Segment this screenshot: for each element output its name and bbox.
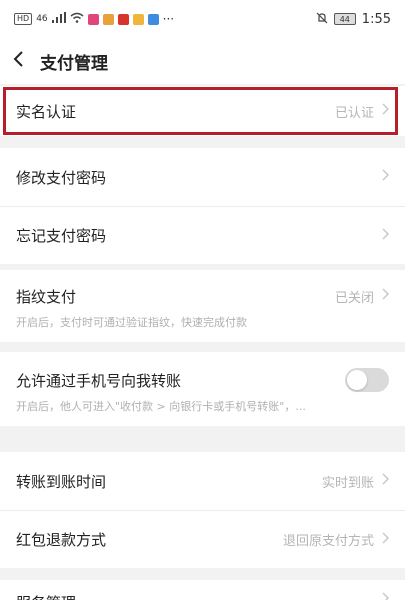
change-password-row[interactable]: 修改支付密码	[0, 148, 405, 206]
app-notification-icon	[132, 13, 144, 25]
refund-method-value-group: 退回原支付方式	[283, 530, 389, 549]
password-section: 修改支付密码 忘记支付密码	[0, 148, 405, 264]
fingerprint-section: 指纹支付 已关闭 开启后，支付时可通过验证指纹，快速完成付款	[0, 270, 405, 342]
mute-icon	[316, 12, 328, 27]
status-right: 44 1:55	[316, 12, 391, 27]
fingerprint-label: 指纹支付	[16, 287, 77, 306]
fingerprint-status: 已关闭	[334, 290, 374, 306]
service-management-row[interactable]: 服务管理	[0, 580, 405, 600]
arrival-time-value-group: 实时到账	[322, 472, 389, 491]
nav-bar: 支付管理	[0, 38, 405, 84]
realname-row[interactable]: 实名认证 已认证	[0, 86, 405, 136]
fingerprint-status-group: 已关闭	[335, 287, 389, 306]
phone-transfer-row: 允许通过手机号向我转账	[0, 352, 405, 408]
refund-method-value: 退回原支付方式	[282, 534, 374, 549]
chevron-right-icon	[382, 592, 389, 600]
chevron-right-icon	[382, 473, 389, 489]
chevron-right-icon	[382, 103, 389, 119]
chevron-right-icon	[382, 169, 389, 185]
more-notifications-icon: ···	[162, 12, 175, 26]
realname-status: 已认证	[334, 105, 374, 121]
app-notification-icon	[117, 13, 129, 25]
app-notification-icon	[102, 13, 114, 25]
arrival-time-label: 转账到账时间	[16, 472, 107, 491]
phone-transfer-label: 允许通过手机号向我转账	[16, 371, 182, 390]
arrival-time-row[interactable]: 转账到账时间 实时到账	[0, 452, 405, 510]
app-notification-icon	[147, 13, 159, 25]
hd-badge: HD	[14, 13, 33, 25]
service-management-label: 服务管理	[16, 592, 76, 600]
phone-transfer-toggle[interactable]	[345, 368, 389, 392]
forgot-password-label: 忘记支付密码	[16, 227, 107, 245]
forgot-password-row[interactable]: 忘记支付密码	[0, 206, 405, 264]
chevron-right-icon	[382, 288, 389, 304]
chevron-right-icon	[382, 228, 389, 244]
status-bar: HD 46 ··· 44 1:55	[0, 0, 405, 38]
refund-method-row[interactable]: 红包退款方式 退回原支付方式	[0, 510, 405, 568]
back-icon[interactable]	[12, 49, 36, 73]
signal-bars-icon	[51, 12, 66, 26]
wifi-icon	[70, 12, 84, 26]
realname-section: 实名认证 已认证	[0, 86, 405, 136]
realname-label: 实名认证	[16, 102, 77, 121]
toggle-knob	[347, 370, 367, 390]
battery-icon: 44	[333, 13, 356, 25]
change-password-label: 修改支付密码	[16, 168, 107, 187]
signal-icon: 46	[36, 14, 48, 24]
fingerprint-row[interactable]: 指纹支付 已关闭	[0, 270, 405, 322]
refund-method-label: 红包退款方式	[16, 531, 107, 549]
transfer-settings-section: 转账到账时间 实时到账 红包退款方式 退回原支付方式	[0, 452, 405, 568]
clock: 1:55	[361, 11, 391, 27]
page-title: 支付管理	[40, 53, 108, 74]
arrival-time-value: 实时到账	[321, 475, 374, 491]
service-section: 服务管理	[0, 580, 405, 600]
chevron-right-icon	[382, 532, 389, 548]
app-notification-icon	[87, 13, 99, 25]
status-left: HD 46 ···	[14, 12, 174, 26]
realname-status-group: 已认证	[335, 102, 389, 121]
phone-transfer-section: 允许通过手机号向我转账 开启后，他人可进入"收付款 > 向银行卡或手机号转账"，…	[0, 352, 405, 426]
